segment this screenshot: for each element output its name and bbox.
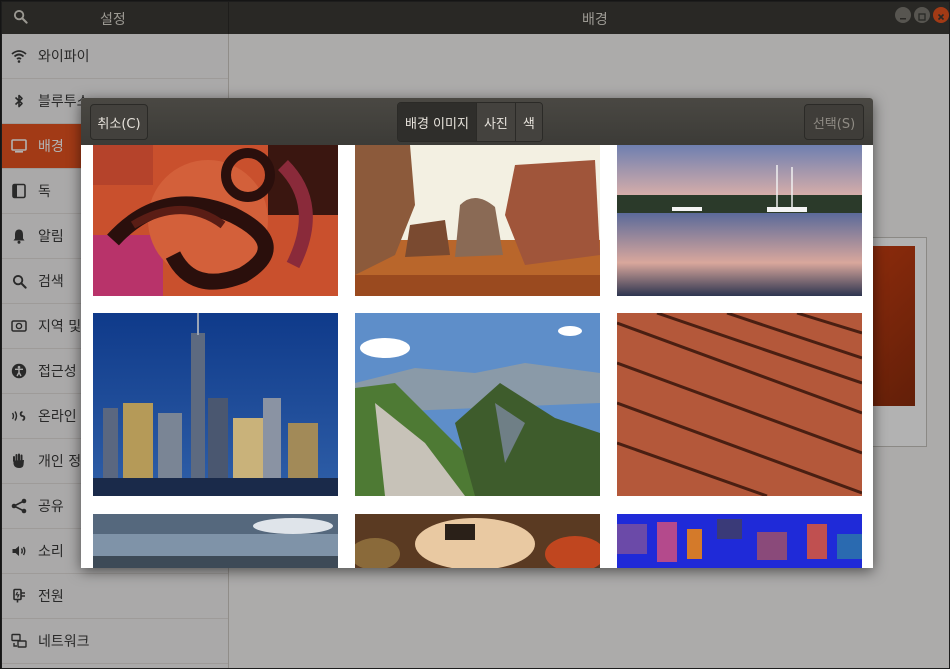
thumbnail-pixel-art[interactable] bbox=[617, 514, 862, 568]
tab-wallpapers[interactable]: 배경 이미지 bbox=[398, 103, 477, 141]
thumbnail-abstract-swirl[interactable] bbox=[93, 145, 338, 296]
tab-colors[interactable]: 색 bbox=[515, 103, 542, 141]
select-button[interactable]: 선택(S) bbox=[804, 104, 864, 140]
background-chooser-dialog: 취소(C) 배경 이미지 사진 색 선택(S) bbox=[81, 98, 873, 568]
thumbnail-harbor-sunset[interactable] bbox=[617, 145, 862, 296]
source-switcher: 배경 이미지 사진 색 bbox=[397, 102, 543, 142]
thumbnail-coastal-sky[interactable] bbox=[93, 514, 338, 568]
thumbnail-city-skyline[interactable] bbox=[93, 313, 338, 496]
dialog-header: 취소(C) 배경 이미지 사진 색 선택(S) bbox=[81, 98, 873, 145]
tab-pictures[interactable]: 사진 bbox=[476, 103, 516, 141]
cancel-button[interactable]: 취소(C) bbox=[90, 104, 148, 140]
thumbnail-market-baskets[interactable] bbox=[355, 514, 600, 568]
thumbnail-mountain-ridge[interactable] bbox=[355, 313, 600, 496]
thumbnail-wood-deck[interactable] bbox=[617, 313, 862, 496]
wallpaper-grid bbox=[81, 145, 873, 568]
thumbnail-rock-formations[interactable] bbox=[355, 145, 600, 296]
